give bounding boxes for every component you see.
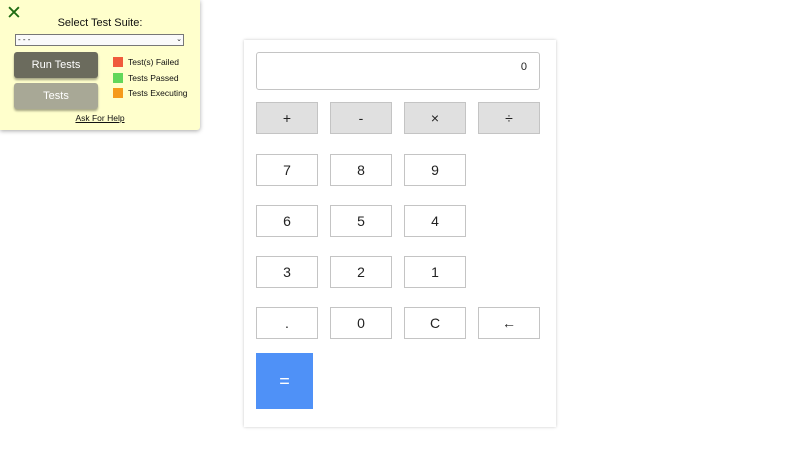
divide-button[interactable]: ÷: [478, 102, 540, 134]
executing-swatch: [113, 88, 123, 99]
multiply-button[interactable]: ×: [404, 102, 466, 134]
add-button[interactable]: +: [256, 102, 318, 134]
legend-label-failed: Test(s) Failed: [128, 57, 180, 67]
digit-3-button[interactable]: 3: [256, 256, 318, 288]
digit-9-button[interactable]: 9: [404, 154, 466, 186]
digit-6-button[interactable]: 6: [256, 205, 318, 237]
digit-0-button[interactable]: 0: [330, 307, 392, 339]
test-suite-panel: ✕ Select Test Suite: - - - ⌄ Run Tests T…: [0, 0, 200, 130]
digit-7-button[interactable]: 7: [256, 154, 318, 186]
failed-swatch: [113, 57, 123, 67]
digit-5-button[interactable]: 5: [330, 205, 392, 237]
legend-item-executing: Tests Executing: [113, 88, 188, 99]
calculator: 0 + - × ÷ 7 8 9 6 5 4 3 2 1 . 0 C ← =: [244, 40, 556, 427]
test-suite-select[interactable]: - - - ⌄: [15, 34, 184, 46]
digit-2-button[interactable]: 2: [330, 256, 392, 288]
decimal-button[interactable]: .: [256, 307, 318, 339]
digit-1-button[interactable]: 1: [404, 256, 466, 288]
chevron-down-icon: ⌄: [176, 36, 182, 43]
clear-button[interactable]: C: [404, 307, 466, 339]
panel-title: Select Test Suite:: [57, 17, 143, 29]
subtract-button[interactable]: -: [330, 102, 392, 134]
legend-item-failed: Test(s) Failed: [113, 57, 188, 67]
test-status-legend: Test(s) Failed Tests Passed Tests Execut…: [113, 57, 188, 104]
legend-label-passed: Tests Passed: [128, 72, 179, 83]
ask-for-help-link[interactable]: Ask For Help: [0, 113, 200, 123]
legend-item-passed: Tests Passed: [113, 72, 188, 83]
passed-swatch: [113, 72, 123, 83]
digit-8-button[interactable]: 8: [330, 154, 392, 186]
test-suite-selected-value: - - -: [18, 35, 31, 44]
tests-button[interactable]: Tests: [14, 83, 98, 109]
run-tests-button[interactable]: Run Tests: [14, 52, 98, 78]
calculator-display: 0: [256, 52, 540, 90]
digit-4-button[interactable]: 4: [404, 205, 466, 237]
equals-button[interactable]: =: [256, 353, 313, 409]
legend-label-executing: Tests Executing: [128, 88, 188, 99]
backspace-button[interactable]: ←: [478, 307, 540, 339]
